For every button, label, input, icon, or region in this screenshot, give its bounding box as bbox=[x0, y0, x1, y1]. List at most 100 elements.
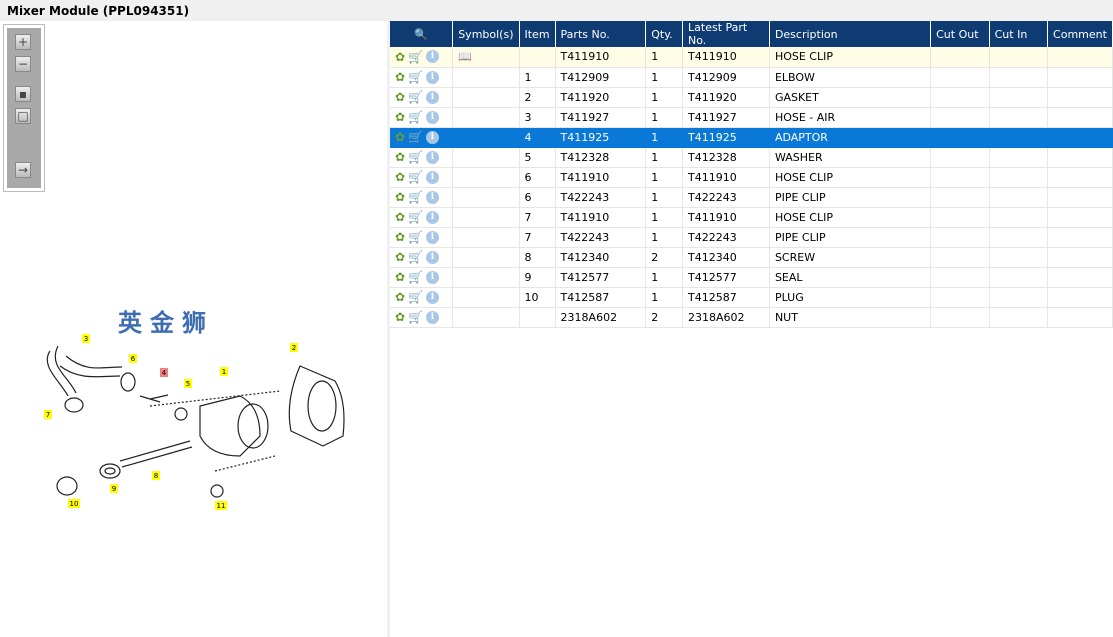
column-header[interactable]: Latest Part No. bbox=[682, 21, 770, 47]
table-row[interactable]: ✿ 🛒 i 10 T412587 1 T412587 PLUG bbox=[390, 287, 1113, 308]
table-row[interactable]: ✿ 🛒 i 7 T422243 1 T422243 PIPE CLIP bbox=[390, 227, 1113, 248]
column-header[interactable]: Comment bbox=[1047, 21, 1113, 47]
description-cell: PLUG bbox=[769, 287, 932, 308]
callout-label[interactable]: 8 bbox=[154, 472, 158, 480]
cart-icon[interactable]: 🛒 bbox=[408, 230, 423, 244]
cut-out-cell bbox=[930, 87, 990, 108]
table-row[interactable]: ✿ 🛒 i 2 T411920 1 T411920 GASKET bbox=[390, 87, 1113, 108]
description-cell: ELBOW bbox=[769, 67, 932, 88]
cart-icon[interactable]: 🛒 bbox=[408, 170, 423, 184]
qty-cell: 1 bbox=[645, 167, 684, 188]
info-icon[interactable]: i bbox=[426, 250, 440, 264]
table-row[interactable]: ✿ 🛒 i 6 T422243 1 T422243 PIPE CLIP bbox=[390, 187, 1113, 208]
callout-label[interactable]: 7 bbox=[46, 411, 50, 419]
table-row[interactable]: ✿ 🛒 i 3 T411927 1 T411927 HOSE - AIR bbox=[390, 107, 1113, 128]
gear-icon[interactable]: ✿ bbox=[395, 170, 405, 184]
part-no-cell: T411910 bbox=[555, 207, 647, 228]
gear-icon[interactable]: ✿ bbox=[395, 310, 405, 324]
gear-icon[interactable]: ✿ bbox=[395, 90, 405, 104]
cart-icon[interactable]: 🛒 bbox=[408, 90, 423, 104]
info-icon[interactable]: i bbox=[426, 70, 440, 84]
callout-label[interactable]: 2 bbox=[292, 344, 296, 352]
info-icon[interactable]: i bbox=[426, 210, 440, 224]
cart-icon[interactable]: 🛒 bbox=[408, 50, 423, 64]
callout-label[interactable]: 4 bbox=[162, 369, 167, 377]
cart-icon[interactable]: 🛒 bbox=[408, 190, 423, 204]
cut-out-cell bbox=[930, 127, 990, 148]
cart-icon[interactable]: 🛒 bbox=[408, 70, 423, 84]
info-icon[interactable]: i bbox=[426, 130, 440, 144]
diagram-panel[interactable]: + − ▪ □ → 3 6 4 5 1 2 7 8 9 10 11 英金狮 bbox=[0, 21, 387, 637]
column-header[interactable]: Cut In bbox=[989, 21, 1049, 47]
cut-out-cell bbox=[930, 107, 990, 128]
gear-icon[interactable]: ✿ bbox=[395, 290, 405, 304]
info-icon[interactable]: i bbox=[426, 150, 440, 164]
cart-icon[interactable]: 🛒 bbox=[408, 210, 423, 224]
gear-icon[interactable]: ✿ bbox=[395, 270, 405, 284]
cart-icon[interactable]: 🛒 bbox=[408, 310, 423, 324]
cart-icon[interactable]: 🛒 bbox=[408, 130, 423, 144]
gear-icon[interactable]: ✿ bbox=[395, 50, 405, 64]
column-header[interactable]: Description bbox=[769, 21, 932, 47]
cart-icon[interactable]: 🛒 bbox=[408, 250, 423, 264]
latest-part-cell: T422243 bbox=[682, 187, 770, 208]
column-header[interactable]: 🔍 bbox=[390, 21, 454, 47]
callout-label[interactable]: 11 bbox=[217, 502, 226, 510]
info-icon[interactable]: i bbox=[426, 110, 440, 124]
cut-out-cell bbox=[930, 307, 990, 328]
column-header[interactable]: Parts No. bbox=[555, 21, 647, 47]
info-icon[interactable]: i bbox=[426, 270, 440, 284]
gear-icon[interactable]: ✿ bbox=[395, 150, 405, 164]
gear-icon[interactable]: ✿ bbox=[395, 190, 405, 204]
column-header[interactable]: Qty. bbox=[645, 21, 684, 47]
callout-label[interactable]: 9 bbox=[112, 485, 116, 493]
callout-label[interactable]: 3 bbox=[84, 335, 88, 343]
cut-in-cell bbox=[989, 147, 1049, 168]
callout-label[interactable]: 5 bbox=[186, 380, 190, 388]
gear-icon[interactable]: ✿ bbox=[395, 70, 405, 84]
table-row[interactable]: ✿ 🛒 i 4 T411925 1 T411925 ADAPTOR bbox=[390, 127, 1113, 148]
table-row[interactable]: ✿ 🛒 i 5 T412328 1 T412328 WASHER bbox=[390, 147, 1113, 168]
window-title: Mixer Module (PPL094351) bbox=[7, 4, 190, 18]
callout-label[interactable]: 1 bbox=[222, 368, 226, 376]
column-header[interactable]: Item bbox=[519, 21, 556, 47]
gear-icon[interactable]: ✿ bbox=[395, 250, 405, 264]
cut-out-cell bbox=[930, 167, 990, 188]
latest-part-cell: T411920 bbox=[682, 87, 770, 108]
qty-cell: 1 bbox=[645, 267, 684, 288]
parts-table: 🔍 Symbol(s) Item Parts No. Qty. Latest Part N… bbox=[390, 21, 1113, 328]
info-icon[interactable]: i bbox=[426, 290, 440, 304]
table-row[interactable]: ✿ 🛒 i 1 T412909 1 T412909 ELBOW bbox=[390, 67, 1113, 88]
qty-cell: 2 bbox=[645, 247, 684, 268]
info-icon[interactable]: i bbox=[426, 230, 440, 244]
description-cell: ADAPTOR bbox=[769, 127, 932, 148]
gear-icon[interactable]: ✿ bbox=[395, 130, 405, 144]
gear-icon[interactable]: ✿ bbox=[395, 210, 405, 224]
comment-cell bbox=[1047, 87, 1113, 108]
table-row[interactable]: ✿ 🛒 i 2318A602 2 2318A602 NUT bbox=[390, 307, 1113, 328]
search-icon[interactable]: 🔍 bbox=[395, 28, 447, 41]
column-header[interactable]: Symbol(s) bbox=[452, 21, 520, 47]
info-icon[interactable]: i bbox=[426, 310, 440, 324]
info-icon[interactable]: i bbox=[426, 90, 440, 104]
cart-icon[interactable]: 🛒 bbox=[408, 270, 423, 284]
cart-icon[interactable]: 🛒 bbox=[408, 110, 423, 124]
gear-icon[interactable]: ✿ bbox=[395, 110, 405, 124]
info-icon[interactable]: i bbox=[426, 170, 440, 184]
latest-part-cell: T411910 bbox=[682, 207, 770, 228]
table-row[interactable]: ✿ 🛒 i 9 T412577 1 T412577 SEAL bbox=[390, 267, 1113, 288]
table-row[interactable]: ✿ 🛒 i 8 T412340 2 T412340 SCREW bbox=[390, 247, 1113, 268]
info-icon[interactable]: i bbox=[426, 50, 440, 64]
info-icon[interactable]: i bbox=[426, 190, 440, 204]
cart-icon[interactable]: 🛒 bbox=[408, 290, 423, 304]
cart-icon[interactable]: 🛒 bbox=[408, 150, 423, 164]
table-row[interactable]: ✿ 🛒 i 📖 T411910 1 T411910 HOSE CLIP bbox=[390, 47, 1113, 68]
book-icon[interactable]: 📖 bbox=[458, 50, 472, 63]
callout-label[interactable]: 6 bbox=[131, 355, 136, 363]
column-header[interactable]: Cut Out bbox=[930, 21, 990, 47]
callout-label[interactable]: 10 bbox=[70, 500, 79, 508]
gear-icon[interactable]: ✿ bbox=[395, 230, 405, 244]
table-row[interactable]: ✿ 🛒 i 6 T411910 1 T411910 HOSE CLIP bbox=[390, 167, 1113, 188]
table-row[interactable]: ✿ 🛒 i 7 T411910 1 T411910 HOSE CLIP bbox=[390, 207, 1113, 228]
watermark: 英金狮 bbox=[118, 309, 214, 337]
